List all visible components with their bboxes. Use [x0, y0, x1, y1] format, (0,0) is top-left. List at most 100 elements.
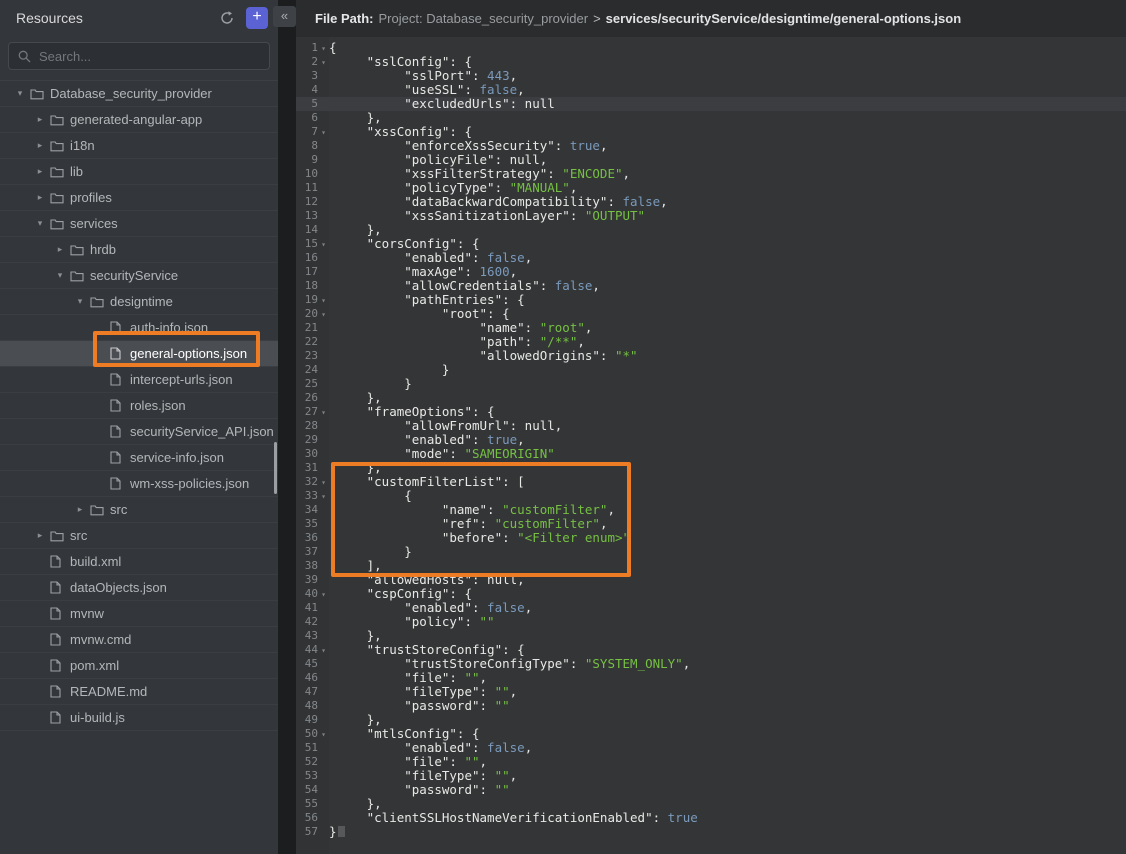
fold-toggle-icon[interactable]: ▾ [318, 293, 329, 307]
chevron-down-icon[interactable]: ▾ [50, 270, 70, 281]
fold-toggle-icon[interactable]: ▾ [318, 587, 329, 601]
fold-toggle-icon[interactable]: ▾ [318, 307, 329, 321]
fold-toggle-icon[interactable]: ▾ [318, 489, 329, 503]
code-line[interactable]: 31 }, [296, 461, 1126, 475]
code-line[interactable]: 16 "enabled": false, [296, 251, 1126, 265]
code-line[interactable]: 20▾ "root": { [296, 307, 1126, 321]
add-resource-button[interactable]: + [246, 7, 268, 29]
fold-toggle-icon[interactable]: ▾ [318, 125, 329, 139]
tree-item-pom.xml[interactable]: pom.xml [0, 653, 278, 679]
code-line[interactable]: 23 "allowedOrigins": "*" [296, 349, 1126, 363]
tree-item-securityService_API.json[interactable]: securityService_API.json [0, 419, 278, 445]
fold-toggle-icon[interactable]: ▾ [318, 727, 329, 741]
tree-item-service-info.json[interactable]: service-info.json [0, 445, 278, 471]
tree-item-roles.json[interactable]: roles.json [0, 393, 278, 419]
chevron-right-icon[interactable]: ▸ [30, 166, 50, 177]
code-line[interactable]: 1▾{ [296, 41, 1126, 55]
tree-item-designtime[interactable]: ▾designtime [0, 289, 278, 315]
code-line[interactable]: 7▾ "xssConfig": { [296, 125, 1126, 139]
code-line[interactable]: 26 }, [296, 391, 1126, 405]
chevron-right-icon[interactable]: ▸ [30, 192, 50, 203]
code-line[interactable]: 15▾ "corsConfig": { [296, 237, 1126, 251]
code-line[interactable]: 44▾ "trustStoreConfig": { [296, 643, 1126, 657]
tree-item-securityService[interactable]: ▾securityService [0, 263, 278, 289]
code-line[interactable]: 3 "sslPort": 443, [296, 69, 1126, 83]
code-line[interactable]: 5 "excludedUrls": null [296, 97, 1126, 111]
tree-item-README.md[interactable]: README.md [0, 679, 278, 705]
code-line[interactable]: 17 "maxAge": 1600, [296, 265, 1126, 279]
code-line[interactable]: 47 "fileType": "", [296, 685, 1126, 699]
chevron-right-icon[interactable]: ▸ [50, 244, 70, 255]
chevron-down-icon[interactable]: ▾ [10, 88, 30, 99]
code-line[interactable]: 21 "name": "root", [296, 321, 1126, 335]
chevron-down-icon[interactable]: ▾ [70, 296, 90, 307]
code-line[interactable]: 35 "ref": "customFilter", [296, 517, 1126, 531]
code-line[interactable]: 27▾ "frameOptions": { [296, 405, 1126, 419]
chevron-right-icon[interactable]: ▸ [30, 140, 50, 151]
sidebar-scrollbar[interactable] [274, 442, 277, 494]
code-line[interactable]: 57} [296, 825, 1126, 839]
code-line[interactable]: 30 "mode": "SAMEORIGIN" [296, 447, 1126, 461]
code-line[interactable]: 50▾ "mtlsConfig": { [296, 727, 1126, 741]
refresh-button[interactable] [216, 7, 238, 29]
tree-item-hrdb[interactable]: ▸hrdb [0, 237, 278, 263]
chevron-down-icon[interactable]: ▾ [30, 218, 50, 229]
code-line[interactable]: 24 } [296, 363, 1126, 377]
code-line[interactable]: 56 "clientSSLHostNameVerificationEnabled… [296, 811, 1126, 825]
collapse-sidebar-button[interactable]: « [273, 6, 296, 27]
tree-item-intercept-urls.json[interactable]: intercept-urls.json [0, 367, 278, 393]
code-line[interactable]: 46 "file": "", [296, 671, 1126, 685]
search-input[interactable] [39, 49, 260, 64]
tree-item-src[interactable]: ▸src [0, 523, 278, 549]
code-line[interactable]: 51 "enabled": false, [296, 741, 1126, 755]
code-line[interactable]: 14 }, [296, 223, 1126, 237]
fold-toggle-icon[interactable]: ▾ [318, 55, 329, 69]
code-line[interactable]: 11 "policyType": "MANUAL", [296, 181, 1126, 195]
fold-toggle-icon[interactable]: ▾ [318, 475, 329, 489]
code-line[interactable]: 8 "enforceXssSecurity": true, [296, 139, 1126, 153]
tree-item-ui-build.js[interactable]: ui-build.js [0, 705, 278, 731]
tree-item-i18n[interactable]: ▸i18n [0, 133, 278, 159]
tree-item-mvnw[interactable]: mvnw [0, 601, 278, 627]
tree-item-general-options.json[interactable]: general-options.json [0, 341, 278, 367]
code-line[interactable]: 36 "before": "<Filter enum>" [296, 531, 1126, 545]
code-editor[interactable]: 1▾{2▾ "sslConfig": {3 "sslPort": 443,4 "… [296, 37, 1126, 854]
chevron-right-icon[interactable]: ▸ [30, 114, 50, 125]
code-line[interactable]: 10 "xssFilterStrategy": "ENCODE", [296, 167, 1126, 181]
tree-item-services[interactable]: ▾services [0, 211, 278, 237]
tree-item-auth-info.json[interactable]: auth-info.json [0, 315, 278, 341]
code-line[interactable]: 4 "useSSL": false, [296, 83, 1126, 97]
code-line[interactable]: 43 }, [296, 629, 1126, 643]
chevron-right-icon[interactable]: ▸ [30, 530, 50, 541]
code-line[interactable]: 34 "name": "customFilter", [296, 503, 1126, 517]
fold-toggle-icon[interactable]: ▾ [318, 405, 329, 419]
code-line[interactable]: 19▾ "pathEntries": { [296, 293, 1126, 307]
code-line[interactable]: 55 }, [296, 797, 1126, 811]
fold-toggle-icon[interactable]: ▾ [318, 643, 329, 657]
code-line[interactable]: 2▾ "sslConfig": { [296, 55, 1126, 69]
tree-item-generated-angular-app[interactable]: ▸generated-angular-app [0, 107, 278, 133]
tree-item-mvnw.cmd[interactable]: mvnw.cmd [0, 627, 278, 653]
chevron-right-icon[interactable]: ▸ [70, 504, 90, 515]
tree-item-dataObjects.json[interactable]: dataObjects.json [0, 575, 278, 601]
code-line[interactable]: 45 "trustStoreConfigType": "SYSTEM_ONLY"… [296, 657, 1126, 671]
code-line[interactable]: 42 "policy": "" [296, 615, 1126, 629]
code-line[interactable]: 53 "fileType": "", [296, 769, 1126, 783]
code-line[interactable]: 9 "policyFile": null, [296, 153, 1126, 167]
fold-toggle-icon[interactable]: ▾ [318, 41, 329, 55]
code-line[interactable]: 32▾ "customFilterList": [ [296, 475, 1126, 489]
code-line[interactable]: 13 "xssSanitizationLayer": "OUTPUT" [296, 209, 1126, 223]
code-line[interactable]: 48 "password": "" [296, 699, 1126, 713]
code-line[interactable]: 12 "dataBackwardCompatibility": false, [296, 195, 1126, 209]
code-line[interactable]: 22 "path": "/**", [296, 335, 1126, 349]
code-line[interactable]: 25 } [296, 377, 1126, 391]
tree-item-lib[interactable]: ▸lib [0, 159, 278, 185]
code-line[interactable]: 38 ], [296, 559, 1126, 573]
tree-item-profiles[interactable]: ▸profiles [0, 185, 278, 211]
code-line[interactable]: 41 "enabled": false, [296, 601, 1126, 615]
code-line[interactable]: 18 "allowCredentials": false, [296, 279, 1126, 293]
code-line[interactable]: 54 "password": "" [296, 783, 1126, 797]
code-line[interactable]: 6 }, [296, 111, 1126, 125]
code-line[interactable]: 37 } [296, 545, 1126, 559]
search-box[interactable] [8, 42, 270, 70]
